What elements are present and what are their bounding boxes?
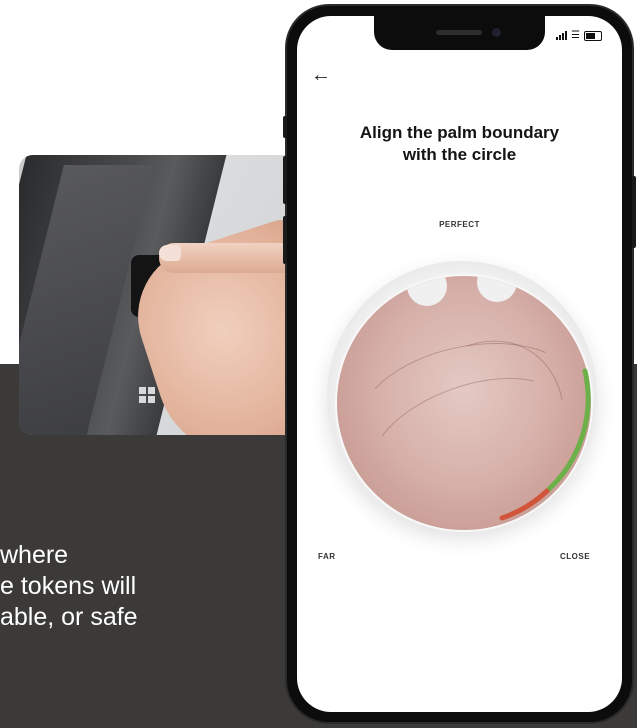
windows-logo-icon (139, 387, 155, 403)
background-text-line: e tokens will (0, 572, 137, 600)
background-text-line: able, or safe (0, 603, 138, 631)
arrow-left-icon: ← (311, 64, 331, 86)
fingernail (159, 245, 181, 261)
speaker-grille (436, 30, 482, 35)
far-label: FAR (318, 552, 336, 561)
mute-switch (283, 116, 287, 138)
distance-progress-arc (544, 368, 591, 494)
notch (374, 16, 545, 50)
close-label: CLOSE (560, 552, 591, 561)
background-text-block: where e tokens will able, or safe (0, 540, 300, 633)
fingerprint-sensor-photo (19, 155, 309, 435)
perfect-label: PERFECT (439, 220, 480, 229)
title-line: with the circle (402, 145, 517, 164)
status-bar-icons: ☰ (556, 30, 602, 41)
instruction-title: Align the palm boundary with the circle (297, 122, 622, 166)
volume-up-button (283, 156, 287, 204)
distance-indicator-arc (499, 368, 591, 521)
volume-down-button (283, 216, 287, 264)
background-text-line: where (0, 541, 69, 569)
back-button[interactable]: ← (311, 64, 331, 87)
front-camera (492, 28, 501, 37)
smartphone: ☰ ← Align the palm boundary with the cir… (283, 6, 636, 722)
phone-screen: ☰ ← Align the palm boundary with the cir… (297, 16, 622, 712)
title-line: Align the palm boundary (359, 123, 560, 142)
too-close-arc (499, 488, 550, 521)
battery-icon (584, 30, 602, 41)
power-button (632, 176, 636, 248)
signal-icon (556, 31, 568, 40)
wifi-icon: ☰ (571, 30, 580, 41)
